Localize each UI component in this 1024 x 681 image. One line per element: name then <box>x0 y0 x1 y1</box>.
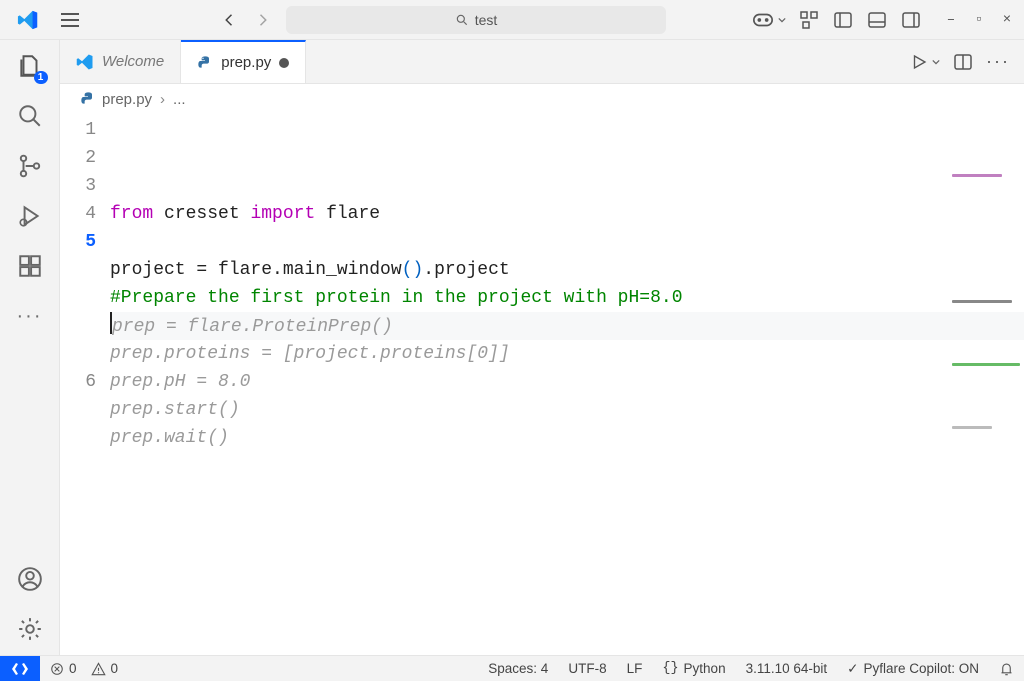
check-icon: ✓ <box>847 661 858 677</box>
breadcrumb-file: prep.py <box>102 91 152 108</box>
accounts-icon[interactable] <box>16 565 44 593</box>
run-debug-icon[interactable] <box>16 202 44 230</box>
explorer-icon[interactable]: 1 <box>16 52 44 80</box>
code-line[interactable] <box>110 452 1024 480</box>
problems-warnings[interactable]: 0 <box>81 661 129 676</box>
code-line[interactable]: prep.proteins = [project.proteins[0]] <box>110 340 1024 368</box>
main-area: 1 ··· <box>0 40 1024 655</box>
status-indent[interactable]: Spaces: 4 <box>478 661 558 676</box>
code-line[interactable]: prep.wait() <box>110 424 1024 452</box>
warning-icon <box>91 662 106 676</box>
code-editor[interactable]: 123456 from cresset import flare project… <box>60 114 1024 655</box>
code-line[interactable]: prep.pH = 8.0 <box>110 368 1024 396</box>
app-root: test – ▫ × <box>0 0 1024 681</box>
status-language[interactable]: {} Python <box>652 661 735 676</box>
line-number-gutter: 123456 <box>60 114 110 655</box>
code-content[interactable]: from cresset import flare project = flar… <box>110 114 1024 655</box>
minimap[interactable] <box>952 116 1022 146</box>
code-line[interactable] <box>110 228 1024 256</box>
chevron-down-icon[interactable] <box>932 58 940 66</box>
titlebar: test – ▫ × <box>0 0 1024 40</box>
nav-forward-button[interactable] <box>248 6 276 34</box>
titlebar-right: – ▫ × <box>752 9 1016 31</box>
status-interpreter[interactable]: 3.11.10 64-bit <box>736 661 838 676</box>
copilot-icon[interactable] <box>752 9 774 31</box>
dirty-indicator-icon <box>279 58 289 68</box>
activity-bar: 1 ··· <box>0 40 60 655</box>
status-eol[interactable]: LF <box>617 661 653 676</box>
nav-back-button[interactable] <box>216 6 244 34</box>
layout-customize-icon[interactable] <box>798 9 820 31</box>
python-icon <box>80 91 96 107</box>
nav-buttons <box>216 6 276 34</box>
source-control-icon[interactable] <box>16 152 44 180</box>
code-line[interactable]: project = flare.main_window().project <box>110 256 1024 284</box>
toggle-secondary-sidebar-icon[interactable] <box>900 9 922 31</box>
command-center-search[interactable]: test <box>286 6 666 34</box>
code-line[interactable]: prep.start() <box>110 396 1024 424</box>
chevron-right-icon: › <box>160 91 165 108</box>
split-editor-icon[interactable] <box>954 54 972 70</box>
python-icon <box>197 55 213 71</box>
search-text: test <box>475 12 498 28</box>
toggle-panel-icon[interactable] <box>866 9 888 31</box>
settings-gear-icon[interactable] <box>16 615 44 643</box>
tab-actions: ··· <box>910 40 1024 83</box>
chevron-down-icon[interactable] <box>778 16 786 24</box>
more-icon[interactable]: ··· <box>16 302 44 330</box>
code-line[interactable]: prep = flare.ProteinPrep() <box>110 312 1024 340</box>
search-icon <box>455 13 469 27</box>
vscode-icon <box>76 53 94 71</box>
tab-bar: Welcome prep.py ··· <box>60 40 1024 84</box>
notifications-icon[interactable] <box>989 661 1024 677</box>
maximize-button[interactable]: ▫ <box>970 12 988 28</box>
tab-label: prep.py <box>221 54 271 71</box>
more-actions-icon[interactable]: ··· <box>986 51 1010 72</box>
explorer-badge: 1 <box>34 71 48 84</box>
editor-group: Welcome prep.py ··· <box>60 40 1024 655</box>
status-encoding[interactable]: UTF-8 <box>558 661 616 676</box>
hamburger-menu-icon[interactable] <box>60 12 80 28</box>
extensions-icon[interactable] <box>16 252 44 280</box>
tab-prep-py[interactable]: prep.py <box>181 40 306 83</box>
code-line[interactable]: #Prepare the first protein in the projec… <box>110 284 1024 312</box>
code-line[interactable]: from cresset import flare <box>110 200 1024 228</box>
breadcrumb-more: ... <box>173 91 186 108</box>
error-icon <box>50 662 64 676</box>
run-file-icon[interactable] <box>910 53 928 71</box>
minimize-button[interactable]: – <box>942 12 960 28</box>
tab-label: Welcome <box>102 53 164 70</box>
tab-welcome[interactable]: Welcome <box>60 40 181 83</box>
vscode-logo-icon <box>16 8 40 32</box>
toggle-sidebar-icon[interactable] <box>832 9 854 31</box>
status-bar: 0 0 Spaces: 4 UTF-8 LF {} Python 3.11.10… <box>0 655 1024 681</box>
remote-indicator[interactable] <box>0 656 40 681</box>
breadcrumb[interactable]: prep.py › ... <box>60 84 1024 114</box>
search-activity-icon[interactable] <box>16 102 44 130</box>
window-controls: – ▫ × <box>942 12 1016 28</box>
status-copilot[interactable]: ✓ Pyflare Copilot: ON <box>837 661 989 677</box>
close-button[interactable]: × <box>998 12 1016 28</box>
